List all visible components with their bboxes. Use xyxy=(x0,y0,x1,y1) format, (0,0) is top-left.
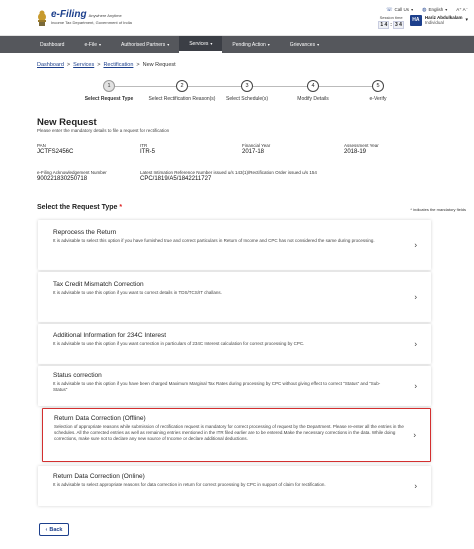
nav-grievances[interactable]: Grievances ▾ xyxy=(280,36,329,53)
arrow-left-icon: ‹ xyxy=(45,526,48,533)
chevron-down-icon: ▾ xyxy=(465,17,468,24)
intimation-ref-field: Latest Intimation Reference Number issue… xyxy=(140,170,317,182)
chevron-down-icon: ▾ xyxy=(317,42,320,47)
nav-services[interactable]: Services ▾ xyxy=(179,36,223,53)
option-return-data-correction-offline[interactable]: Return Data Correction (Offline) Selecti… xyxy=(42,408,431,462)
option-reprocess-return[interactable]: Reprocess the Return It is advisable to … xyxy=(38,220,431,270)
avatar: HA xyxy=(409,14,422,26)
chevron-right-icon: › xyxy=(414,381,417,391)
chevron-right-icon: › xyxy=(414,240,417,250)
user-role: Individual xyxy=(424,20,444,26)
option-234c-interest[interactable]: Additional Information for 234C Interest… xyxy=(38,324,431,364)
main-nav: Dashboard e-File ▾ Authorised Partners ▾ S… xyxy=(0,36,474,53)
page-title: New Request xyxy=(37,117,97,128)
info-row-1: PAN JCTFS2456C ITR ITR-5 Financial Year … xyxy=(37,143,457,155)
efiling-logo[interactable]: e-Filing Anywhere Anytime Income Tax Depa… xyxy=(36,9,132,27)
chevron-down-icon: ▾ xyxy=(411,7,414,12)
call-us-link[interactable]: ☏ Call Us ▾ xyxy=(386,7,413,13)
logo-subtitle: Income Tax Department, Government of Ind… xyxy=(51,20,132,25)
request-type-title: Select the Request Type * xyxy=(37,204,123,211)
session-minutes: 1 4 xyxy=(378,20,390,29)
chevron-right-icon: › xyxy=(414,481,417,491)
logo-title: e-Filing xyxy=(51,9,87,20)
breadcrumb: Dashboard > Services > Rectification > N… xyxy=(37,62,176,68)
chevron-right-icon: › xyxy=(414,339,417,349)
assessment-year-field: Assessment Year 2018-19 xyxy=(344,143,379,155)
session-timer: Session time 1 4 : 3 4 xyxy=(378,14,404,29)
chevron-down-icon: ▾ xyxy=(167,42,170,47)
breadcrumb-services[interactable]: Services xyxy=(73,62,94,68)
option-return-data-correction-online[interactable]: Return Data Correction (Online) It is ad… xyxy=(38,466,431,506)
chevron-right-icon: › xyxy=(413,430,416,440)
breadcrumb-rectification[interactable]: Rectification xyxy=(103,62,133,68)
option-tax-credit-mismatch[interactable]: Tax Credit Mismatch Correction It is adv… xyxy=(38,272,431,322)
chevron-down-icon: ▾ xyxy=(98,42,101,47)
pan-field: PAN JCTFS2456C xyxy=(37,143,74,155)
chevron-right-icon: › xyxy=(414,292,417,302)
user-menu[interactable]: HA Hariz Abdulkalam Individual ▾ xyxy=(409,14,468,27)
nav-dashboard[interactable]: Dashboard xyxy=(30,36,74,53)
session-seconds: 3 4 xyxy=(392,20,404,29)
chevron-down-icon: ▾ xyxy=(210,41,213,46)
info-row-2: e-Filing Acknowledgement Number 90022183… xyxy=(37,170,457,182)
mandatory-note: * indicates the mandatory fields xyxy=(410,207,466,212)
itr-field: ITR ITR-5 xyxy=(140,143,155,155)
globe-icon: ◍ xyxy=(422,6,427,13)
back-button[interactable]: ‹ Back xyxy=(39,523,69,536)
nav-pending-action[interactable]: Pending Action ▾ xyxy=(222,36,279,53)
chevron-down-icon: ▾ xyxy=(267,42,270,47)
emblem-icon xyxy=(36,9,48,27)
progress-stepper: 1 Select Request Type 2 Select Rectifica… xyxy=(37,80,437,110)
language-selector[interactable]: ◍ English ▾ xyxy=(422,7,447,13)
step-select-request-type: 1 Select Request Type xyxy=(74,80,144,102)
step-modify-details: 4 Modify Details xyxy=(278,80,348,102)
option-status-correction[interactable]: Status correction It is advisable to use… xyxy=(38,366,431,406)
top-header: e-Filing Anywhere Anytime Income Tax Depa… xyxy=(0,0,474,36)
page-subtitle: Please enter the mandatory details to fi… xyxy=(37,128,170,133)
logo-tagline: Anywhere Anytime xyxy=(88,13,122,18)
breadcrumb-current: New Request xyxy=(142,62,176,68)
chevron-down-icon: ▾ xyxy=(445,7,448,12)
nav-efile[interactable]: e-File ▾ xyxy=(74,36,111,53)
breadcrumb-dashboard[interactable]: Dashboard xyxy=(37,62,64,68)
nav-authorised-partners[interactable]: Authorised Partners ▾ xyxy=(111,36,179,53)
step-select-schedules: 3 Select Schedule(s) xyxy=(212,80,282,102)
step-select-rectification-reasons: 2 Select Rectification Reason(s) xyxy=(147,80,217,102)
step-e-verify: 5 e-Verify xyxy=(343,80,413,102)
font-size-control[interactable]: A⁺ A⁻ xyxy=(456,7,468,13)
ack-number-field: e-Filing Acknowledgement Number 90022183… xyxy=(37,170,107,182)
phone-icon: ☏ xyxy=(386,6,393,13)
financial-year-field: Financial Year 2017-18 xyxy=(242,143,271,155)
